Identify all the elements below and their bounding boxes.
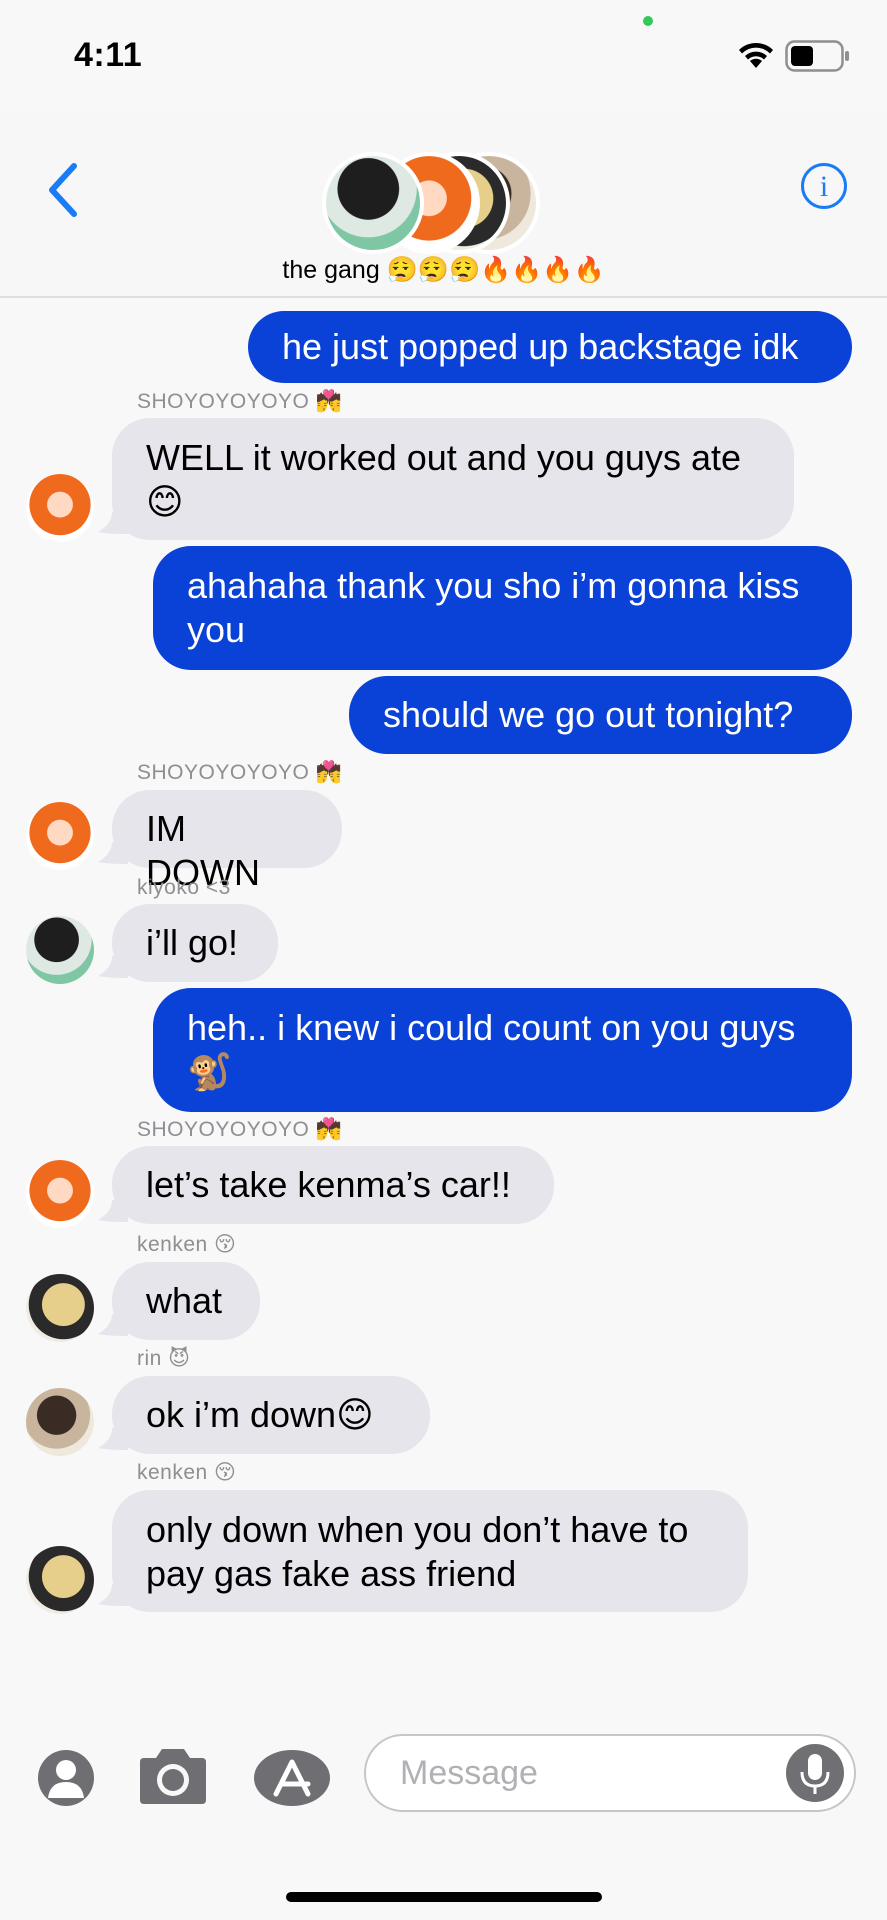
wifi-icon — [739, 42, 773, 68]
incoming-message[interactable]: i’ll go! — [112, 904, 278, 982]
sender-avatar-shoyo[interactable] — [26, 474, 94, 542]
message-input[interactable]: Message — [364, 1734, 856, 1812]
outgoing-message[interactable]: should we go out tonight? — [349, 676, 852, 754]
incoming-message[interactable]: only down when you don’t have to pay gas… — [112, 1490, 748, 1612]
sender-avatar-kenken[interactable] — [26, 1546, 94, 1614]
incoming-message[interactable]: WELL it worked out and you guys ate 😊 — [112, 418, 794, 540]
battery-icon — [785, 40, 849, 72]
message-placeholder: Message — [400, 1754, 538, 1792]
conversation-header: the gang 😮‍💨😮‍💨😮‍💨🔥🔥🔥🔥 i — [0, 110, 887, 298]
home-indicator[interactable] — [286, 1892, 602, 1902]
camera-indicator-dot — [643, 16, 653, 26]
contact-icon[interactable] — [36, 1748, 96, 1808]
microphone-icon[interactable] — [786, 1744, 844, 1802]
incoming-message[interactable]: IM DOWN — [112, 790, 342, 893]
back-chevron-icon[interactable] — [44, 160, 84, 220]
compose-toolbar: Message — [0, 1700, 887, 1920]
sender-avatar-shoyo[interactable] — [26, 802, 94, 870]
app-store-icon[interactable] — [252, 1748, 334, 1810]
sender-name: kiyoko <3 — [137, 876, 231, 899]
outgoing-message[interactable]: heh.. i knew i could count on you guys 🐒 — [153, 988, 852, 1112]
sender-name: rin 😈 — [137, 1347, 191, 1370]
conversation-title[interactable]: the gang 😮‍💨😮‍💨😮‍💨🔥🔥🔥🔥 — [0, 256, 887, 285]
sender-avatar-kiyoko[interactable] — [26, 916, 94, 984]
sender-avatar-shoyo[interactable] — [26, 1160, 94, 1228]
camera-icon[interactable] — [136, 1746, 210, 1806]
group-avatars[interactable] — [322, 152, 540, 254]
sender-name: SHOYOYOYOYO 💏 — [137, 390, 343, 413]
sender-name: SHOYOYOYOYO 💏 — [137, 1118, 343, 1141]
outgoing-message[interactable]: he just popped up backstage idk — [248, 311, 852, 383]
sender-name: kenken 😚 — [137, 1461, 237, 1484]
sender-avatar-kenken[interactable] — [26, 1274, 94, 1342]
incoming-message[interactable]: let’s take kenma’s car!! — [112, 1146, 554, 1224]
info-icon[interactable]: i — [800, 162, 848, 210]
group-avatar-kiyoko — [322, 152, 424, 254]
svg-text:i: i — [820, 170, 828, 203]
status-time: 4:11 — [74, 36, 143, 74]
sender-name: SHOYOYOYOYO 💏 — [137, 761, 343, 784]
outgoing-message[interactable]: ahahaha thank you sho i’m gonna kiss you — [153, 546, 852, 670]
sender-avatar-rin[interactable] — [26, 1388, 94, 1456]
sender-name: kenken 😚 — [137, 1233, 237, 1256]
incoming-message[interactable]: ok i’m down😊 — [112, 1376, 430, 1454]
status-bar: 4:11 — [0, 0, 887, 110]
incoming-message[interactable]: what — [112, 1262, 260, 1340]
